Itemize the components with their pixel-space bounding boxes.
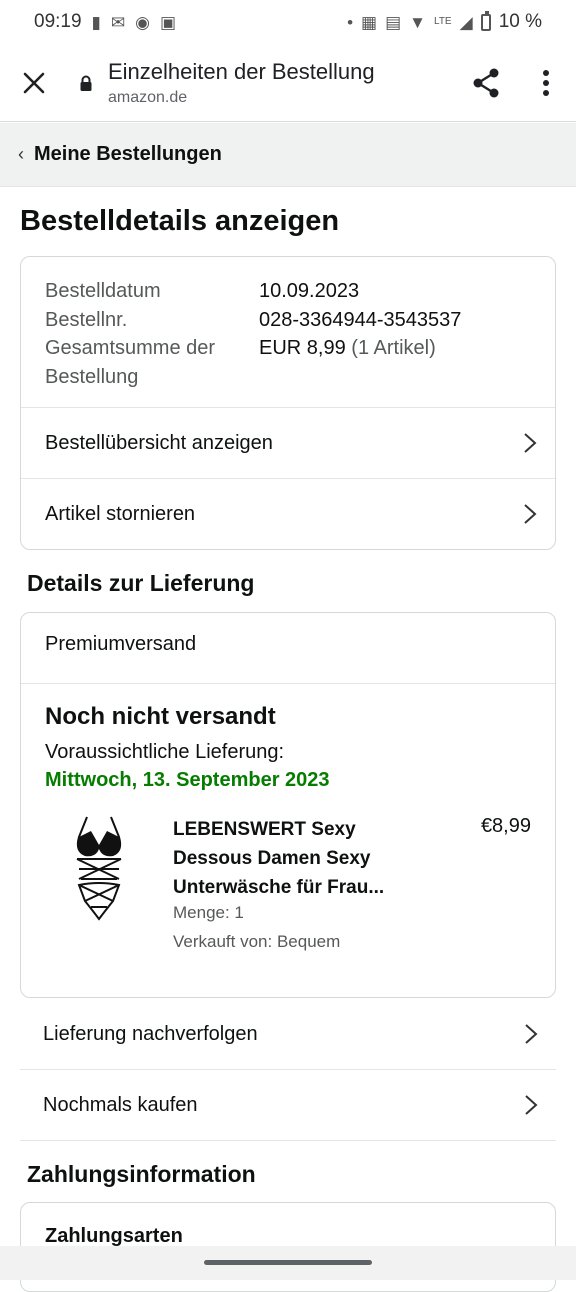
alert-icon: ▮	[91, 12, 101, 32]
chevron-right-icon	[525, 1024, 538, 1044]
battery-icon	[480, 10, 491, 31]
product-price: €8,99	[480, 815, 531, 837]
more-options-button[interactable]	[516, 53, 576, 113]
buy-again-label: Nochmals kaufen	[43, 1093, 198, 1116]
network-type: LTE	[434, 16, 452, 27]
page-url: amazon.de	[108, 88, 188, 106]
order-date-value: 10.09.2023	[259, 280, 360, 302]
lock-icon	[80, 75, 92, 91]
battery-level: 10 %	[498, 11, 542, 32]
view-order-summary-label: Bestellübersicht anzeigen	[45, 431, 273, 454]
product-image[interactable]	[69, 815, 129, 925]
order-total-row: Gesamtsumme der Bestellung EUR 8,99 (1 A…	[45, 334, 535, 391]
product-seller: Verkauft von: Bequem	[173, 932, 341, 951]
divider	[21, 683, 555, 684]
share-icon	[473, 68, 499, 97]
order-total-label: Gesamtsumme der Bestellung	[45, 337, 216, 388]
eta-date: Mittwoch, 13. September 2023	[45, 769, 330, 791]
order-date-row: Bestelldatum 10.09.2023	[45, 277, 535, 306]
buy-again-link[interactable]: Nochmals kaufen	[20, 1070, 556, 1141]
order-summary-card: Bestelldatum 10.09.2023 Bestellnr. 028-3…	[20, 256, 556, 550]
signal-icon: ◢	[459, 12, 473, 32]
status-bar: 09:19 ▮ ✉ ◉ ▣ • ▦ ▤ ▼ LTE ◢ 10 %	[0, 0, 576, 44]
payment-methods-title: Zahlungsarten	[45, 1225, 183, 1247]
track-delivery-link[interactable]: Lieferung nachverfolgen	[20, 999, 556, 1070]
page-title: Bestelldetails anzeigen	[20, 205, 340, 237]
view-order-summary-link[interactable]: Bestellübersicht anzeigen	[21, 407, 555, 478]
share-button[interactable]	[456, 53, 516, 113]
order-number-row: Bestellnr. 028-3364944-3543537	[45, 306, 535, 335]
total-amount: EUR 8,99	[259, 337, 346, 359]
status-time: 09:19	[34, 11, 82, 32]
breadcrumb[interactable]: ‹ Meine Bestellungen	[0, 123, 576, 187]
mail-icon: ✉	[110, 12, 126, 32]
track-delivery-label: Lieferung nachverfolgen	[43, 1022, 258, 1045]
product-name[interactable]: LEBENSWERT Sexy Dessous Damen Sexy Unter…	[173, 815, 423, 902]
nfc-icon: ▦	[361, 12, 378, 32]
vibrate-icon: ▤	[385, 12, 402, 32]
delivery-card: Premiumversand Noch nicht versandt Vorau…	[20, 612, 556, 998]
gesture-handle[interactable]	[204, 1260, 372, 1265]
page-header-title: Einzelheiten der Bestellung	[108, 58, 375, 84]
kebab-menu-icon	[543, 69, 549, 96]
cancel-items-link[interactable]: Artikel stornieren	[21, 478, 555, 549]
browser-app-bar: Einzelheiten der Bestellung amazon.de	[0, 44, 576, 122]
payment-section-title: Zahlungsinformation	[27, 1161, 256, 1187]
wifi-icon: ▼	[409, 12, 426, 32]
chevron-right-icon	[524, 504, 537, 524]
eta-label: Voraussichtliche Lieferung:	[45, 741, 285, 763]
system-navigation-bar	[0, 1246, 576, 1280]
order-date-label: Bestelldatum	[45, 280, 161, 302]
shipment-status: Noch nicht versandt	[45, 703, 276, 730]
close-button[interactable]	[0, 44, 68, 122]
product-quantity: Menge: 1	[173, 903, 244, 922]
order-number-label: Bestellnr.	[45, 308, 128, 331]
order-info: Bestelldatum 10.09.2023 Bestellnr. 028-3…	[45, 277, 535, 391]
delivery-section-title: Details zur Lieferung	[27, 570, 255, 596]
order-total-value: EUR 8,99 (1 Artikel)	[259, 334, 436, 391]
cancel-items-label: Artikel stornieren	[45, 502, 196, 525]
shipping-type: Premiumversand	[45, 633, 197, 655]
chevron-right-icon	[525, 1095, 538, 1115]
n-app-icon: ▣	[160, 12, 177, 32]
dot-icon: •	[347, 12, 354, 32]
total-items: (1 Artikel)	[351, 337, 436, 359]
order-number-value: 028-3364944-3543537	[259, 308, 462, 331]
chevron-left-icon: ‹	[18, 144, 24, 164]
breadcrumb-label: Meine Bestellungen	[34, 143, 222, 165]
chevron-right-icon	[524, 433, 537, 453]
close-icon	[23, 72, 45, 93]
vodafone-icon: ◉	[135, 12, 150, 32]
